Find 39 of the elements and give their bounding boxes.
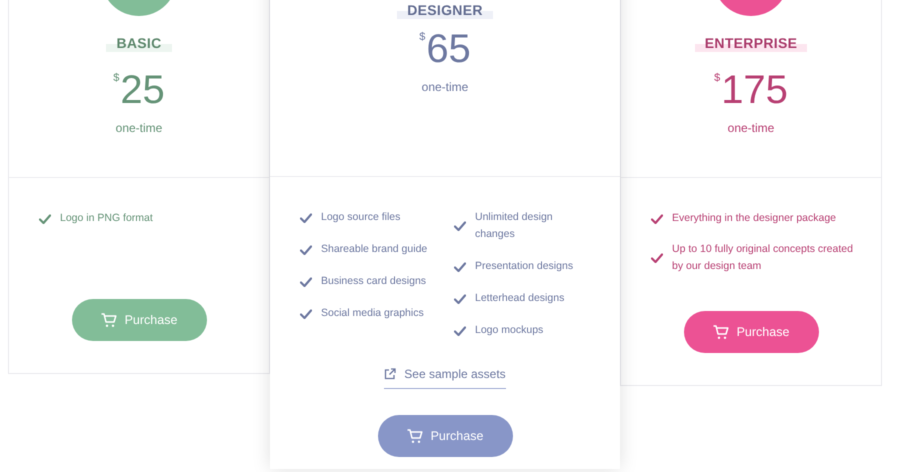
check-icon: [300, 276, 312, 286]
price-amount: 25: [120, 68, 165, 112]
check-icon: [454, 326, 466, 336]
purchase-button[interactable]: Purchase: [72, 299, 206, 341]
purchase-button[interactable]: Purchase: [378, 415, 512, 457]
price-period: one-time: [728, 120, 774, 138]
feature-text: Unlimited design changes: [475, 210, 554, 242]
check-icon: [39, 214, 51, 224]
currency-symbol: $: [419, 30, 426, 46]
cart-icon: [406, 428, 423, 444]
currency-symbol: $: [113, 71, 120, 86]
feature-text: Logo source files: [321, 210, 400, 225]
check-icon: [300, 212, 312, 222]
currency-symbol: $: [714, 71, 720, 86]
feature-text: Logo in PNG format: [60, 211, 153, 226]
check-icon: [454, 262, 466, 272]
check-icon: [454, 294, 466, 304]
price-amount: 65: [426, 27, 471, 72]
check-icon: [300, 244, 312, 254]
check-icon: [454, 221, 466, 231]
feature-text: Up to 10 fully original concepts created by our design team: [672, 242, 854, 274]
check-icon: [651, 253, 663, 263]
price-period: one-time: [116, 120, 162, 138]
feature-text: Shareable brand guide: [321, 242, 428, 257]
check-icon: [651, 214, 663, 224]
feature-text: Social media graphics: [321, 306, 424, 321]
price-period: one-time: [422, 79, 468, 96]
feature-text: Everything in the designer package: [672, 211, 836, 226]
check-icon: [300, 308, 312, 318]
purchase-button[interactable]: Purchase: [684, 311, 818, 353]
feature-text: Letterhead designs: [475, 291, 564, 306]
feature-text: Presentation designs: [475, 259, 574, 274]
feature-text: Logo mockups: [475, 323, 544, 338]
cart-icon: [712, 324, 729, 340]
cart-icon: [100, 312, 117, 328]
sample-assets-link[interactable]: See sample assets: [384, 365, 506, 389]
feature-text: Business card designs: [321, 274, 426, 289]
external-link-icon: [384, 368, 396, 380]
price-amount: 175: [721, 68, 788, 112]
